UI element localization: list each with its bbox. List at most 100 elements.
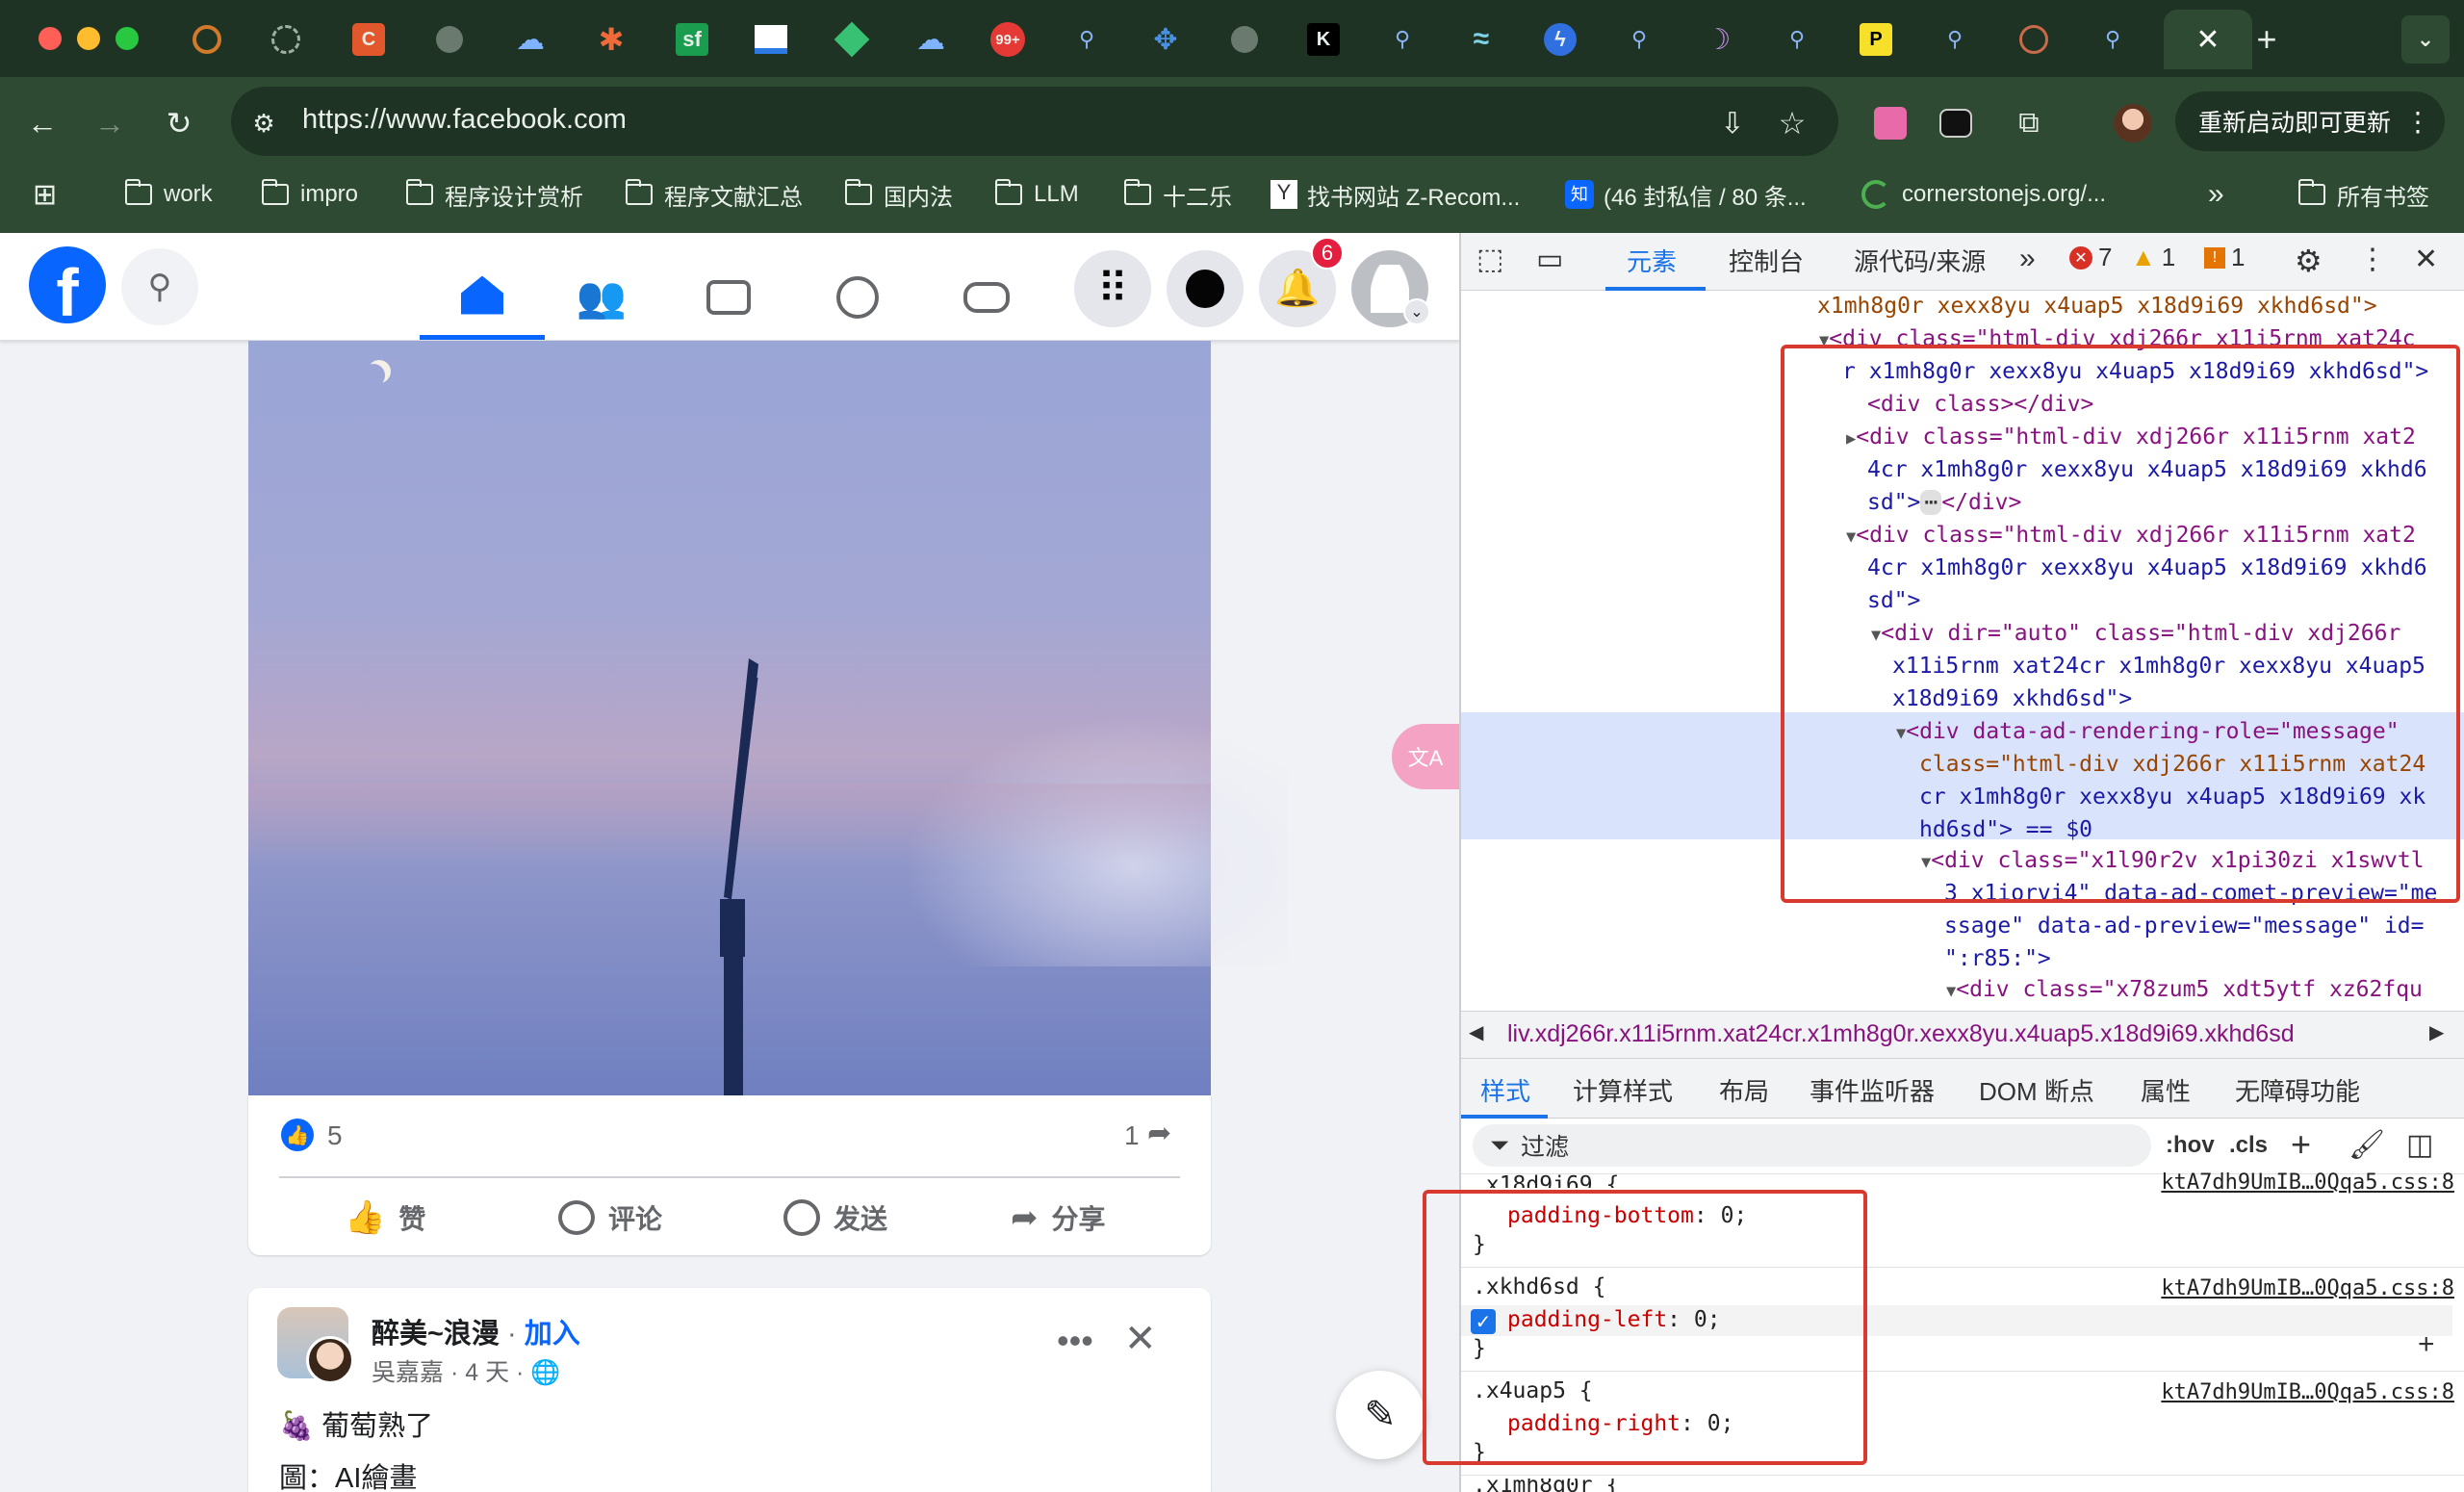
- dom-line[interactable]: ssage" data-ad-preview="message" id=: [1944, 911, 2425, 942]
- class-toggle[interactable]: .cls: [2229, 1132, 2268, 1159]
- nav-gaming[interactable]: [924, 255, 1049, 340]
- forward-button[interactable]: →: [89, 102, 131, 144]
- error-counter[interactable]: ✕ 7: [2069, 243, 2112, 272]
- menu-button[interactable]: ⠿: [1074, 250, 1151, 327]
- tab-favicon[interactable]: [1220, 15, 1269, 64]
- tab-favicon[interactable]: ≈: [1457, 15, 1505, 64]
- tab-favicon[interactable]: ϟ: [1536, 15, 1584, 64]
- chevron-down-icon[interactable]: ⌄: [1403, 298, 1430, 325]
- bookmark-link[interactable]: cornerstonejs.org/...: [1861, 173, 2106, 216]
- more-tabs-button[interactable]: »: [2019, 243, 2036, 275]
- devtools-close-button[interactable]: ✕: [2414, 243, 2438, 276]
- breadcrumb-scroll-left[interactable]: ◀: [1469, 1020, 1483, 1044]
- close-tab-icon[interactable]: ✕: [2195, 23, 2220, 57]
- tab-dom-breakpoints[interactable]: DOM 断点: [1979, 1072, 2094, 1108]
- tab-styles[interactable]: 样式: [1461, 1059, 1548, 1119]
- device-toolbar-button[interactable]: ▭: [1536, 243, 1563, 276]
- tab-favicon[interactable]: [2010, 15, 2058, 64]
- rule-selector[interactable]: .x1mh8g0r {: [1473, 1479, 1619, 1492]
- styles-filter-input[interactable]: ⏷ 过滤: [1473, 1124, 2151, 1167]
- tab-favicon[interactable]: 99+: [984, 15, 1032, 64]
- facebook-search-button[interactable]: ⚲: [121, 248, 198, 325]
- extensions-button[interactable]: ⧉: [2008, 102, 2050, 144]
- author-name[interactable]: 吳嘉嘉: [372, 1359, 444, 1386]
- share-count[interactable]: 1: [1124, 1120, 1140, 1151]
- tab-accessibility[interactable]: 无障碍功能: [2235, 1072, 2360, 1108]
- messenger-button[interactable]: [1167, 250, 1244, 327]
- site-info-button[interactable]: ⚙: [243, 102, 285, 144]
- post-time[interactable]: 4 天: [465, 1359, 509, 1386]
- group-name[interactable]: 醉美~浪漫: [372, 1319, 500, 1350]
- tab-favicon[interactable]: ☁: [506, 15, 554, 64]
- restart-to-update-button[interactable]: 重新启动即可更新 ⋮: [2175, 91, 2445, 151]
- tab-favicon[interactable]: C: [345, 15, 393, 64]
- tab-favicon[interactable]: [262, 15, 310, 64]
- tab-favicon[interactable]: K: [1299, 15, 1348, 64]
- bookmark-folder[interactable]: 程序文献汇总: [626, 173, 803, 216]
- active-tab[interactable]: ✕: [2164, 10, 2252, 69]
- all-bookmarks-folder[interactable]: 所有书签: [2298, 173, 2429, 216]
- rule-source-link[interactable]: ktA7dh9UmIB…0Qqa5.css:8: [2161, 1170, 2454, 1195]
- tab-favicon[interactable]: ✥: [1142, 15, 1190, 64]
- tab-favicon[interactable]: ⚲: [2089, 15, 2137, 64]
- tab-properties[interactable]: 属性: [2141, 1072, 2191, 1108]
- dom-line[interactable]: x1mh8g0r xexx8yu x4uap5 x18d9i69 xkhd6sd…: [1817, 291, 2377, 322]
- bookmark-link[interactable]: Y 找书网站 Z-Recom...: [1270, 173, 1520, 216]
- share-button[interactable]: ➦ 分享: [1011, 1194, 1106, 1242]
- rule-source-link[interactable]: ktA7dh9UmIB…0Qqa5.css:8: [2161, 1380, 2454, 1404]
- dom-line[interactable]: ▼<div class="x78zum5 xdt5ytf xz62fqu: [1946, 974, 2423, 1008]
- rule-source-link[interactable]: ktA7dh9UmIB…0Qqa5.css:8: [2161, 1276, 2454, 1300]
- reader-extension-button[interactable]: [1935, 102, 1977, 144]
- inspect-element-button[interactable]: ⬚: [1476, 243, 1503, 276]
- tab-elements[interactable]: 元素: [1605, 233, 1706, 291]
- tab-sources[interactable]: 源代码/来源: [1854, 243, 1986, 278]
- tab-favicon[interactable]: [828, 15, 876, 64]
- warning-counter[interactable]: ▲ 1: [2131, 243, 2175, 272]
- translate-floating-button[interactable]: 文A: [1392, 724, 1459, 789]
- send-button[interactable]: 发送: [783, 1194, 887, 1242]
- maximize-window-button[interactable]: [116, 27, 139, 50]
- tab-favicon[interactable]: sf: [668, 15, 716, 64]
- like-reaction-icon[interactable]: 👍: [281, 1119, 314, 1151]
- bookmark-folder[interactable]: LLM: [995, 173, 1079, 216]
- install-app-button[interactable]: ⇩: [1711, 102, 1754, 144]
- breadcrumb[interactable]: liv.xdj266r.x11i5rnm.xat24cr.x1mh8g0r.xe…: [1507, 1020, 2412, 1048]
- breadcrumb-scroll-right[interactable]: ▶: [2429, 1020, 2444, 1044]
- new-tab-button[interactable]: +: [2243, 15, 2291, 64]
- tab-favicon[interactable]: ⚲: [1773, 15, 1821, 64]
- tab-favicon[interactable]: ⚲: [1615, 15, 1663, 64]
- more-bookmarks-button[interactable]: »: [2208, 173, 2224, 216]
- tab-favicon[interactable]: ⚲: [1063, 15, 1111, 64]
- post-image[interactable]: [248, 341, 1288, 1101]
- nav-home[interactable]: [420, 255, 545, 340]
- bookmark-link[interactable]: 知 (46 封私信 / 80 条...: [1565, 173, 1807, 216]
- close-window-button[interactable]: [38, 27, 62, 50]
- back-button[interactable]: ←: [21, 102, 64, 144]
- bookmark-folder[interactable]: impro: [262, 173, 358, 216]
- nav-groups[interactable]: [795, 255, 920, 340]
- add-declaration-button[interactable]: +: [2418, 1328, 2435, 1361]
- join-link[interactable]: 加入: [525, 1319, 580, 1350]
- tab-favicon[interactable]: ⚲: [1378, 15, 1426, 64]
- tab-favicon[interactable]: [425, 15, 474, 64]
- bookmark-star-button[interactable]: ☆: [1771, 102, 1813, 144]
- devtools-menu-button[interactable]: ⋮: [2358, 243, 2387, 276]
- hover-state-toggle[interactable]: :hov: [2166, 1132, 2215, 1159]
- tab-event-listeners[interactable]: 事件监听器: [1810, 1072, 1935, 1108]
- tab-computed[interactable]: 计算样式: [1573, 1072, 1673, 1108]
- issue-counter[interactable]: ! 1: [2204, 243, 2245, 272]
- nav-friends[interactable]: 👥: [539, 255, 664, 340]
- tab-search-button[interactable]: ⌄: [2401, 15, 2450, 64]
- tab-favicon[interactable]: [183, 15, 231, 64]
- facebook-logo[interactable]: f: [29, 246, 106, 323]
- rendering-emulation-button[interactable]: 🖌: [2348, 1128, 2385, 1162]
- comment-button[interactable]: 评论: [558, 1194, 662, 1242]
- toggle-sidebar-button[interactable]: ◫: [2406, 1128, 2433, 1162]
- reload-button[interactable]: ↻: [158, 102, 200, 144]
- like-button[interactable]: 👍 赞: [345, 1194, 425, 1242]
- new-message-button[interactable]: ✎: [1336, 1371, 1424, 1459]
- hide-post-button[interactable]: ✕: [1124, 1317, 1157, 1361]
- tab-favicon[interactable]: ✱: [587, 15, 635, 64]
- profile-button[interactable]: [2112, 102, 2154, 144]
- tab-console[interactable]: 控制台: [1729, 243, 1804, 278]
